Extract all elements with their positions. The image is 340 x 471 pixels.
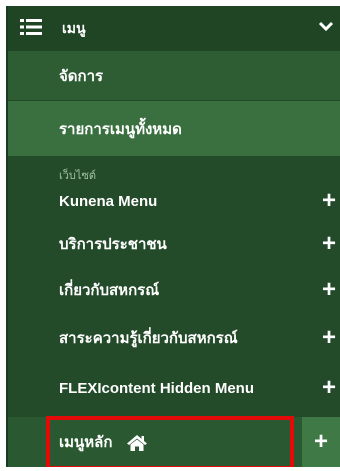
menu-item-label: เกี่ยวกับสหกรณ์ — [59, 282, 160, 299]
sidebar-menu-panel: เมนู จัดการ รายการเมนูทั้งหมด เว็บไซต์ K… — [6, 6, 340, 467]
expand-plus-icon[interactable]: + — [318, 278, 340, 302]
expand-plus-icon[interactable]: + — [318, 326, 340, 350]
menu-item-cooperative-knowledge[interactable]: สาระความรู้เกี่ยวกับสหกรณ์ + — [8, 314, 340, 362]
menu-item-public-services[interactable]: บริการประชาชน + — [8, 221, 340, 266]
list-menu-icon[interactable] — [20, 18, 42, 36]
menu-item-label: รายการเมนูทั้งหมด — [59, 120, 182, 138]
menu-item-label: FLEXIcontent Hidden Menu — [59, 379, 254, 397]
expand-plus-icon[interactable]: + — [318, 231, 340, 256]
highlight-box — [46, 416, 294, 467]
menu-item-all-menus[interactable]: รายการเมนูทั้งหมด — [8, 101, 340, 156]
menu-item-manage[interactable]: จัดการ — [8, 51, 340, 101]
expand-plus-icon[interactable]: + — [318, 376, 340, 400]
expand-plus-icon[interactable]: + — [310, 430, 332, 454]
menu-item-about-cooperative[interactable]: เกี่ยวกับสหกรณ์ + — [8, 266, 340, 314]
expand-plus-icon[interactable]: + — [318, 189, 340, 213]
menu-item-label: Kunena Menu — [59, 192, 158, 210]
menu-item-label: บริการประชาชน — [59, 235, 167, 253]
chevron-down-icon[interactable] — [318, 18, 334, 34]
menu-header[interactable]: เมนู — [8, 6, 340, 51]
menu-header-title: เมนู — [62, 20, 86, 36]
menu-item-label: จัดการ — [59, 67, 104, 85]
menu-item-flexicontent-hidden[interactable]: FLEXIcontent Hidden Menu + — [8, 362, 340, 414]
menu-item-label: สาระความรู้เกี่ยวกับสหกรณ์ — [59, 330, 238, 347]
menu-item-kunena[interactable]: Kunena Menu + — [8, 181, 340, 221]
